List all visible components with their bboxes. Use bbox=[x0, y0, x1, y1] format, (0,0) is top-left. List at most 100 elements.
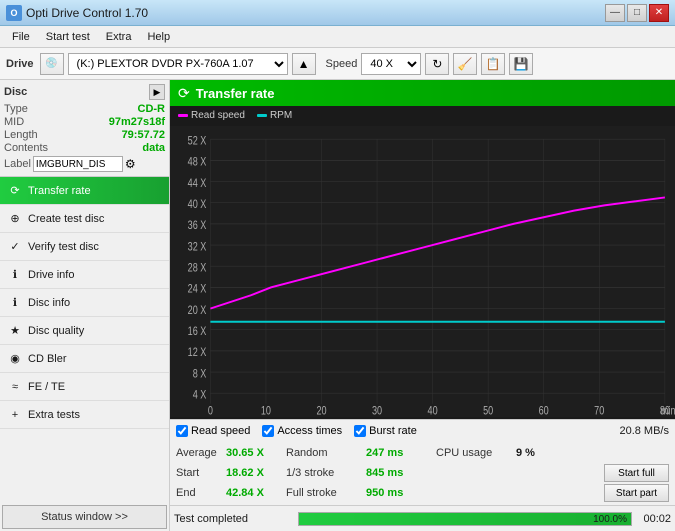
window-controls: — □ ✕ bbox=[605, 4, 669, 22]
disc-info-icon: ℹ bbox=[8, 296, 22, 310]
nav-fe-te-label: FE / TE bbox=[28, 381, 65, 393]
svg-text:48 X: 48 X bbox=[188, 156, 207, 169]
disc-length-label: Length bbox=[4, 129, 38, 141]
chart-controls: Read speed Access times Burst rate 20.8 … bbox=[170, 419, 675, 441]
legend-read-speed-dot bbox=[178, 114, 188, 117]
end-label: End bbox=[176, 487, 226, 499]
random-value: 247 ms bbox=[366, 447, 436, 459]
nav-fe-te[interactable]: ≈ FE / TE bbox=[0, 373, 169, 401]
menubar: File Start test Extra Help bbox=[0, 26, 675, 48]
disc-label-input[interactable] bbox=[33, 156, 123, 172]
disc-section: Disc ▶ Type CD-R MID 97m27s18f Length 79… bbox=[0, 80, 169, 177]
menu-extra[interactable]: Extra bbox=[98, 29, 140, 45]
svg-text:min: min bbox=[661, 404, 675, 417]
nav-disc-info[interactable]: ℹ Disc info bbox=[0, 289, 169, 317]
svg-text:50: 50 bbox=[483, 404, 493, 417]
read-speed-checkbox[interactable] bbox=[176, 425, 188, 437]
end-value: 42.84 X bbox=[226, 487, 286, 499]
nav-cd-bler-label: CD Bler bbox=[28, 353, 67, 365]
transfer-rate-icon: ⟳ bbox=[8, 184, 22, 198]
erase-button[interactable]: 🧹 bbox=[453, 53, 477, 75]
disc-type-row: Type CD-R bbox=[4, 103, 165, 115]
copy-button[interactable]: 📋 bbox=[481, 53, 505, 75]
svg-text:32 X: 32 X bbox=[188, 240, 207, 253]
burst-rate-checkbox[interactable] bbox=[354, 425, 366, 437]
status-text: Test completed bbox=[174, 513, 294, 525]
svg-text:20 X: 20 X bbox=[188, 304, 207, 317]
average-value: 30.65 X bbox=[226, 447, 286, 459]
nav-extra-tests[interactable]: + Extra tests bbox=[0, 401, 169, 429]
legend-rpm: RPM bbox=[257, 110, 292, 121]
disc-length-value: 79:57.72 bbox=[122, 129, 165, 141]
legend-read-speed: Read speed bbox=[178, 110, 245, 121]
disc-contents-value: data bbox=[142, 142, 165, 154]
progress-bar bbox=[299, 513, 631, 525]
svg-text:70: 70 bbox=[594, 404, 604, 417]
eject-button[interactable]: ▲ bbox=[292, 53, 316, 75]
read-speed-label: Read speed bbox=[191, 425, 250, 437]
app-title: Opti Drive Control 1.70 bbox=[26, 6, 148, 20]
nav-menu: ⟳ Transfer rate ⊕ Create test disc ✓ Ver… bbox=[0, 177, 169, 503]
stroke-1-3-label: 1/3 stroke bbox=[286, 467, 366, 479]
chart-legend: Read speed RPM bbox=[170, 106, 675, 124]
legend-rpm-dot bbox=[257, 114, 267, 117]
access-times-check[interactable]: Access times bbox=[262, 425, 342, 437]
nav-transfer-rate-label: Transfer rate bbox=[28, 185, 91, 197]
nav-drive-info[interactable]: ℹ Drive info bbox=[0, 261, 169, 289]
nav-cd-bler[interactable]: ◉ CD Bler bbox=[0, 345, 169, 373]
svg-text:10: 10 bbox=[261, 404, 271, 417]
titlebar-left: O Opti Drive Control 1.70 bbox=[6, 5, 148, 21]
drive-select[interactable]: (K:) PLEXTOR DVDR PX-760A 1.07 bbox=[68, 53, 288, 75]
start-full-button[interactable]: Start full bbox=[604, 464, 669, 482]
chart-area: 52 X 48 X 44 X 40 X 36 X 32 X 28 X 24 X … bbox=[170, 124, 675, 419]
burst-rate-label: Burst rate bbox=[369, 425, 417, 437]
access-times-checkbox[interactable] bbox=[262, 425, 274, 437]
burst-rate-value: 20.8 MB/s bbox=[619, 425, 669, 437]
svg-text:8 X: 8 X bbox=[193, 367, 207, 380]
nav-disc-quality-label: Disc quality bbox=[28, 325, 84, 337]
main-layout: Disc ▶ Type CD-R MID 97m27s18f Length 79… bbox=[0, 80, 675, 531]
random-label: Random bbox=[286, 447, 366, 459]
cpu-label: CPU usage bbox=[436, 447, 516, 459]
stats-area: Average 30.65 X Random 247 ms CPU usage … bbox=[170, 441, 675, 505]
minimize-button[interactable]: — bbox=[605, 4, 625, 22]
stats-row-average: Average 30.65 X Random 247 ms CPU usage … bbox=[176, 443, 669, 463]
disc-label-icon[interactable]: ⚙ bbox=[125, 157, 136, 171]
nav-extra-tests-label: Extra tests bbox=[28, 409, 80, 421]
nav-verify-test-disc[interactable]: ✓ Verify test disc bbox=[0, 233, 169, 261]
svg-text:60: 60 bbox=[539, 404, 549, 417]
disc-quality-icon: ★ bbox=[8, 324, 22, 338]
refresh-button[interactable]: ↻ bbox=[425, 53, 449, 75]
svg-text:0: 0 bbox=[208, 404, 213, 417]
svg-text:12 X: 12 X bbox=[188, 346, 207, 359]
maximize-button[interactable]: □ bbox=[627, 4, 647, 22]
disc-mid-label: MID bbox=[4, 116, 24, 128]
left-panel: Disc ▶ Type CD-R MID 97m27s18f Length 79… bbox=[0, 80, 170, 531]
nav-disc-quality[interactable]: ★ Disc quality bbox=[0, 317, 169, 345]
legend-rpm-label: RPM bbox=[270, 110, 292, 121]
svg-text:24 X: 24 X bbox=[188, 283, 207, 296]
nav-transfer-rate[interactable]: ⟳ Transfer rate bbox=[0, 177, 169, 205]
disc-contents-row: Contents data bbox=[4, 142, 165, 154]
burst-rate-check[interactable]: Burst rate bbox=[354, 425, 417, 437]
speed-select[interactable]: 40 X 52 X bbox=[361, 53, 421, 75]
start-label: Start bbox=[176, 467, 226, 479]
progress-percent: 100.0% bbox=[593, 513, 627, 527]
progress-container: 100.0% bbox=[298, 512, 632, 526]
start-part-button[interactable]: Start part bbox=[604, 484, 669, 502]
read-speed-check[interactable]: Read speed bbox=[176, 425, 250, 437]
menu-file[interactable]: File bbox=[4, 29, 38, 45]
menu-starttest[interactable]: Start test bbox=[38, 29, 98, 45]
nav-drive-info-label: Drive info bbox=[28, 269, 74, 281]
access-times-label: Access times bbox=[277, 425, 342, 437]
nav-create-test-disc[interactable]: ⊕ Create test disc bbox=[0, 205, 169, 233]
disc-label-label: Label bbox=[4, 158, 31, 170]
toolbar: Drive 💿 (K:) PLEXTOR DVDR PX-760A 1.07 ▲… bbox=[0, 48, 675, 80]
disc-mid-value: 97m27s18f bbox=[109, 116, 165, 128]
disc-arrow-button[interactable]: ▶ bbox=[149, 84, 165, 100]
menu-help[interactable]: Help bbox=[139, 29, 178, 45]
save-button[interactable]: 💾 bbox=[509, 53, 533, 75]
status-window-button[interactable]: Status window >> bbox=[2, 505, 167, 529]
close-button[interactable]: ✕ bbox=[649, 4, 669, 22]
drive-icon: 💿 bbox=[40, 53, 64, 75]
